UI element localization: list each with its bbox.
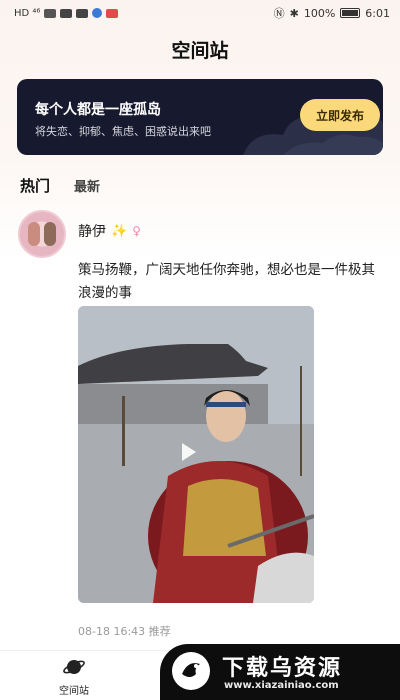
- status-bar: HD ⁴⁶ Ⓝ ✱ 100% 6:01: [0, 0, 400, 26]
- tab-hot[interactable]: 热门: [20, 175, 50, 196]
- nav-label: 空间站: [59, 686, 89, 697]
- publish-banner: 每个人都是一座孤岛 将失恋、抑郁、焦虑、困惑说出来吧 立即发布: [17, 79, 383, 155]
- post-text: 策马扬鞭，广阔天地任你奔驰，想必也是一件极其浪漫的事: [78, 262, 375, 301]
- watermark: 下载乌资源 www.xiazainiao.com: [160, 644, 400, 700]
- app-notification-icon: [60, 8, 73, 18]
- publish-button[interactable]: 立即发布: [300, 99, 380, 131]
- page-title: 空间站: [171, 40, 229, 62]
- post-author: 静伊 ✨ ♀: [78, 221, 141, 241]
- bird-logo-icon: [172, 652, 210, 690]
- nfc-icon: Ⓝ: [273, 7, 285, 20]
- banner-subtitle: 将失恋、抑郁、焦虑、困惑说出来吧: [35, 125, 211, 138]
- wifi-icon: [44, 8, 57, 18]
- play-icon[interactable]: [182, 443, 196, 461]
- feed-tabs: 热门 最新: [20, 175, 100, 196]
- watermark-url: www.xiazainiao.com: [224, 680, 339, 691]
- tab-latest[interactable]: 最新: [74, 176, 100, 195]
- video-scene: [78, 306, 314, 603]
- app-notification-icon: [92, 8, 103, 18]
- post-meta: 08-18 16:43 推荐: [78, 625, 171, 638]
- status-left: HD ⁴⁶: [14, 7, 119, 19]
- battery-percent: 100%: [303, 6, 336, 20]
- clock: 6:01: [365, 6, 390, 20]
- female-icon: ♀: [132, 224, 141, 238]
- sparkle-icon: ✨: [111, 223, 128, 239]
- username[interactable]: 静伊: [78, 221, 106, 241]
- watermark-text: 下载乌资源: [222, 656, 343, 681]
- app-notification-icon: [76, 8, 89, 18]
- bluetooth-icon: ✱: [289, 6, 299, 20]
- banner-title: 每个人都是一座孤岛: [35, 102, 161, 118]
- planet-icon: [63, 660, 85, 674]
- avatar[interactable]: [18, 210, 66, 258]
- post-video-thumbnail[interactable]: [78, 306, 314, 603]
- network-indicator: HD ⁴⁶: [14, 7, 41, 19]
- app-notification-icon: [106, 8, 119, 18]
- status-right: Ⓝ ✱ 100% 6:01: [274, 5, 390, 21]
- battery-icon: [340, 8, 361, 18]
- nav-item-space-station[interactable]: 空间站: [50, 655, 98, 697]
